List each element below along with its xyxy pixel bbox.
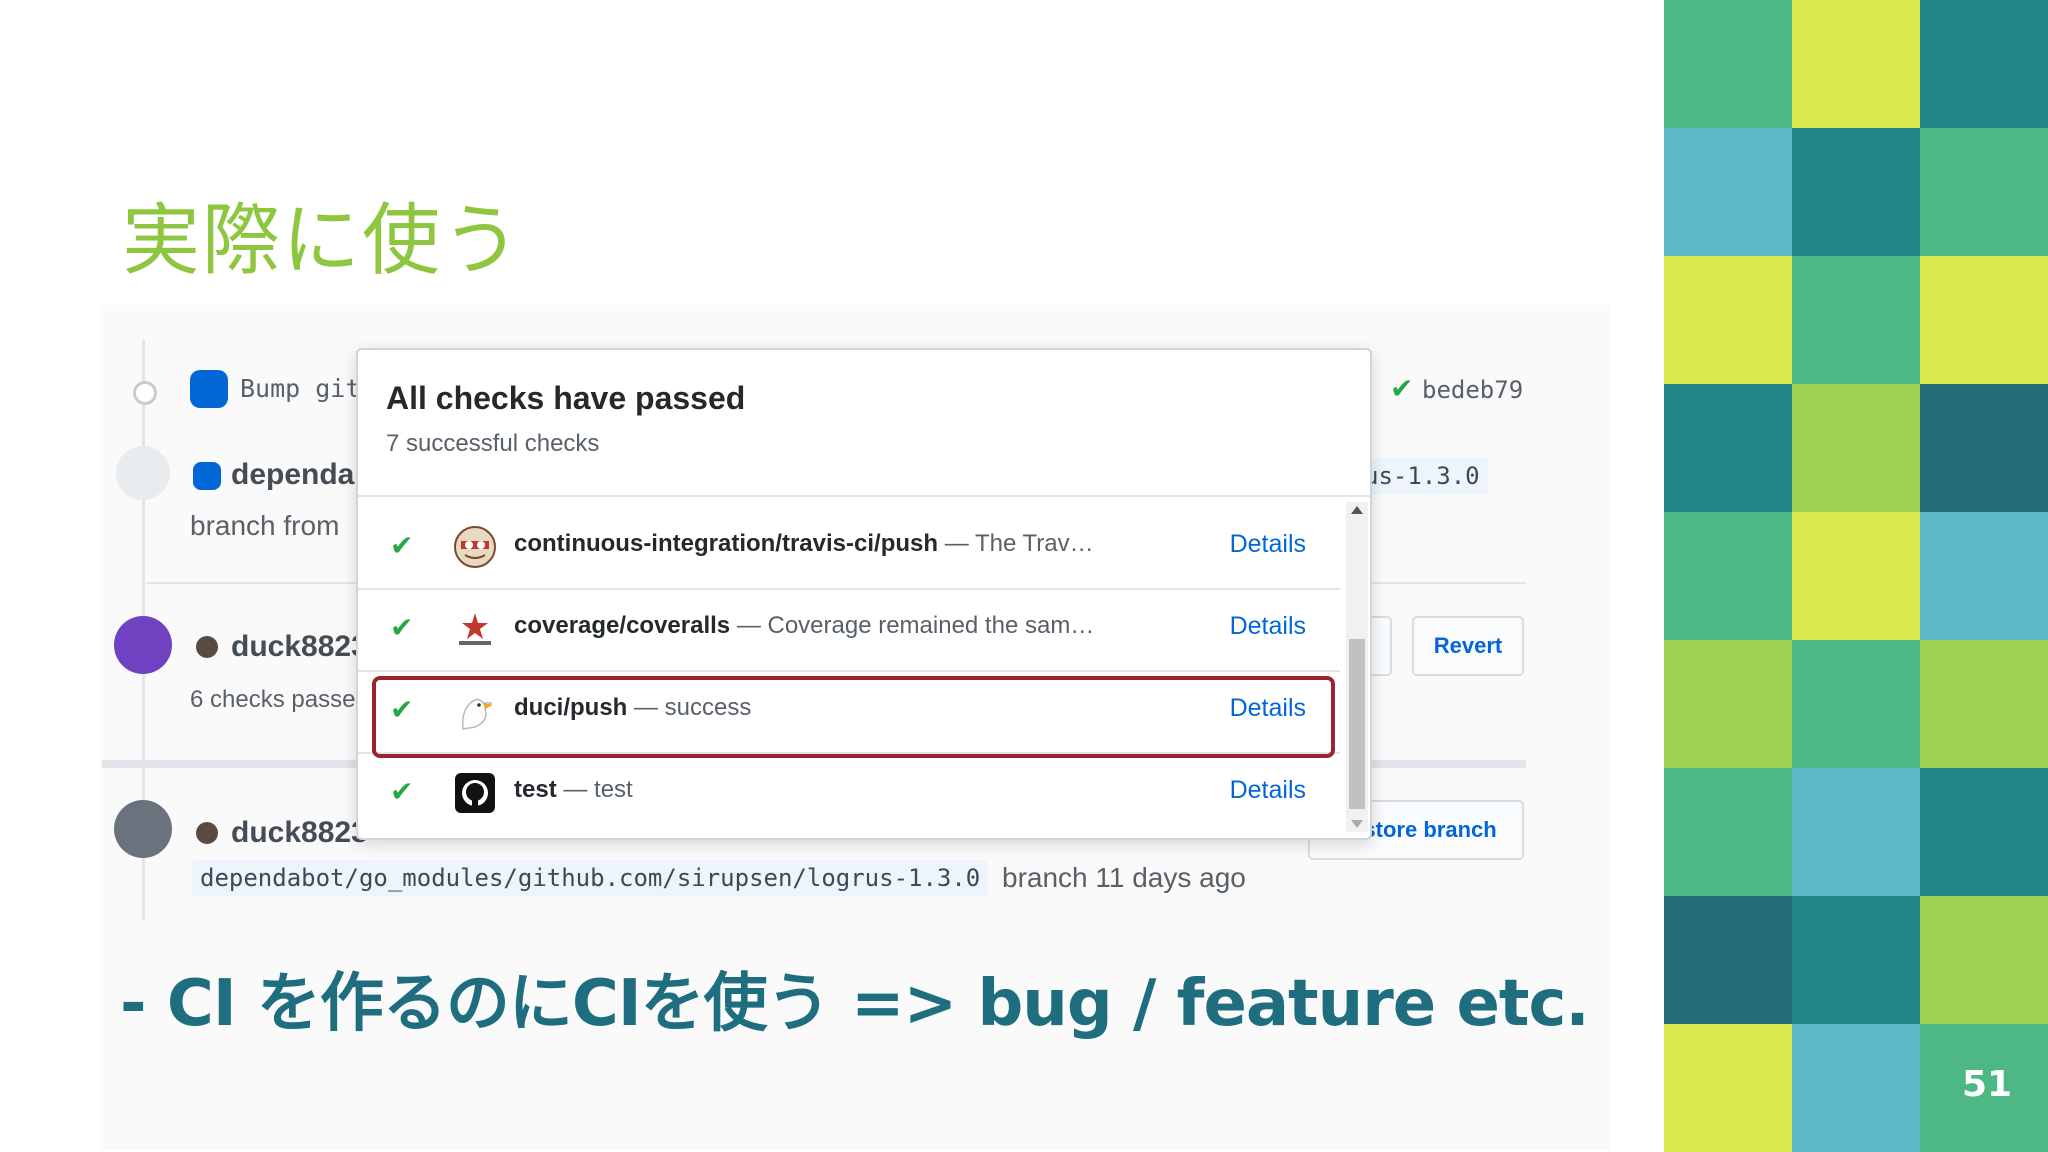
mosaic-tile (1792, 384, 1920, 512)
mosaic-tile (1664, 256, 1792, 384)
popup-scrollbar[interactable] (1346, 502, 1368, 832)
mosaic-tile (1664, 384, 1792, 512)
slide-bottom-text: - CI を作るのにCIを使う => bug / feature etc. (120, 967, 1590, 1041)
author-duck8823-2[interactable]: duck8823 (231, 816, 368, 850)
check-desc: — Coverage remained the sam… (736, 612, 1095, 639)
mosaic-tile (1920, 0, 2048, 128)
decorative-mosaic (1664, 0, 2048, 1152)
commit-sha[interactable]: bedeb79 (1422, 376, 1523, 404)
check-icon: ✔ (390, 529, 414, 562)
mosaic-tile (1664, 512, 1792, 640)
page-number: 51 (1962, 1064, 2013, 1105)
checks-popup: All checks have passed 7 successful chec… (356, 348, 1372, 840)
checks-passed-text: 6 checks passe (190, 686, 356, 713)
check-icon: ✔ (390, 775, 414, 808)
commit-check-icon: ✔ (1390, 373, 1414, 404)
scroll-down-icon[interactable] (1351, 820, 1363, 828)
dependabot-icon (190, 370, 228, 408)
details-link[interactable]: Details (1230, 776, 1306, 805)
check-icon: ✔ (390, 611, 414, 644)
github-icon (455, 773, 495, 813)
mosaic-tile (1920, 128, 2048, 256)
commit-message[interactable]: Bump git (240, 374, 360, 403)
mosaic-tile (1920, 384, 2048, 512)
check-name: continuous-integration/travis-ci/push (514, 530, 939, 557)
scroll-up-icon[interactable] (1351, 506, 1363, 514)
highlight-box (372, 676, 1335, 758)
author-avatar (196, 636, 218, 658)
mosaic-tile (1792, 0, 1920, 128)
scroll-thumb[interactable] (1349, 639, 1365, 809)
check-name: coverage/coveralls (514, 612, 731, 639)
popup-title: All checks have passed (386, 380, 746, 416)
check-row: ✔ coverage/coveralls — Coverage remained… (358, 588, 1340, 672)
check-text: continuous-integration/travis-ci/push — … (514, 530, 1094, 558)
mosaic-tile (1920, 896, 2048, 1024)
author-dependabot[interactable]: dependab (231, 458, 373, 492)
deleted-branch-name: dependabot/go_modules/github.com/sirupse… (192, 860, 989, 896)
commit-node-icon (133, 381, 157, 405)
author-avatar-2 (196, 822, 218, 844)
mosaic-tile (1920, 256, 2048, 384)
details-link[interactable]: Details (1230, 612, 1306, 641)
mosaic-tile (1792, 256, 1920, 384)
branch-icon (114, 800, 172, 858)
check-desc: — The Trav… (944, 530, 1094, 557)
author-duck8823[interactable]: duck8823 (231, 630, 368, 664)
mosaic-tile (1920, 512, 2048, 640)
branch-age-text: branch 11 days ago (1002, 862, 1246, 893)
mosaic-tile (1920, 640, 2048, 768)
merge-icon (114, 616, 172, 674)
mosaic-tile (1792, 640, 1920, 768)
mosaic-tile (1664, 768, 1792, 896)
details-link[interactable]: Details (1230, 530, 1306, 559)
check-name: test (514, 776, 557, 803)
mosaic-tile (1664, 1024, 1792, 1152)
slide-title: 実際に使う (122, 196, 523, 286)
mosaic-tile (1792, 896, 1920, 1024)
repo-icon (116, 446, 170, 500)
mosaic-tile (1792, 768, 1920, 896)
dependabot-small-icon (193, 462, 221, 490)
mosaic-tile (1920, 768, 2048, 896)
popup-header: All checks have passed 7 successful chec… (358, 350, 1370, 497)
mosaic-tile (1792, 128, 1920, 256)
check-row: ✔ test — test Details (358, 752, 1340, 834)
mosaic-tile (1664, 896, 1792, 1024)
coveralls-icon (459, 613, 491, 645)
check-text: coverage/coveralls — Coverage remained t… (514, 612, 1094, 640)
mosaic-tile (1664, 128, 1792, 256)
mosaic-tile (1664, 0, 1792, 128)
check-row: ✔ continuous-integration/travis-ci/push … (358, 506, 1340, 590)
check-desc: — test (563, 776, 633, 803)
branch-from-text: branch from (190, 510, 340, 541)
mosaic-tile (1792, 1024, 1920, 1152)
popup-subtitle: 7 successful checks (386, 430, 600, 457)
revert-button[interactable]: Revert (1412, 616, 1524, 676)
branch-tag: us-1.3.0 (1356, 458, 1488, 494)
travis-icon (454, 526, 496, 568)
mosaic-tile (1792, 512, 1920, 640)
check-text: test — test (514, 776, 633, 804)
mosaic-tile (1664, 640, 1792, 768)
